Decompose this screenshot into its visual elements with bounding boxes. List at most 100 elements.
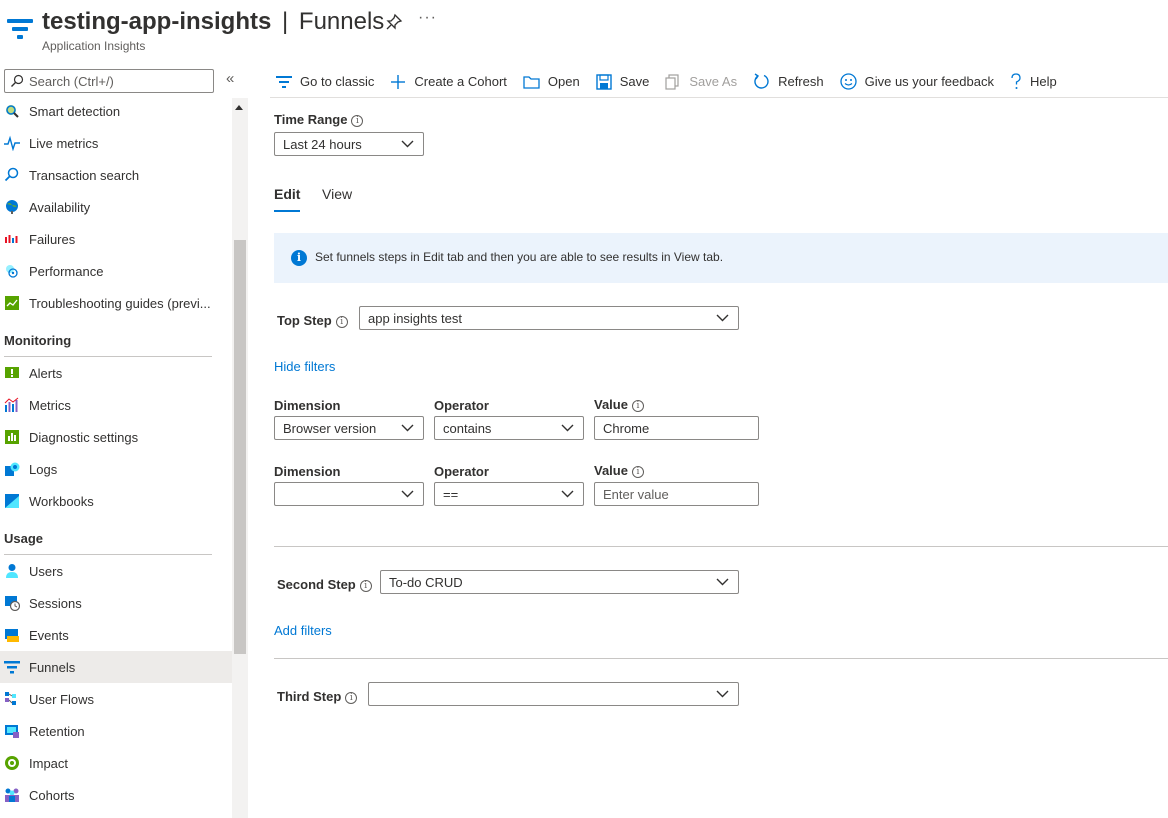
sidebar-scrollbar[interactable] [232,98,248,818]
info-icon[interactable]: i [359,580,372,592]
feedback-button[interactable]: Give us your feedback [839,68,994,96]
info-icon[interactable]: i [631,466,644,478]
time-range-value: Last 24 hours [283,137,362,152]
value-input[interactable] [603,486,752,502]
sidebar-item-diagnostic-settings[interactable]: Diagnostic settings [0,421,232,453]
time-range-label: Time Range i [274,112,364,127]
performance-icon [6,265,18,278]
user-flows-icon [5,692,16,705]
info-icon[interactable]: i [335,316,348,328]
sidebar-item-workbooks[interactable]: Workbooks [0,485,232,517]
info-icon[interactable]: i [631,400,644,412]
chevron-down-icon [561,490,574,498]
sidebar-item-logs[interactable]: Logs [0,453,232,485]
metrics-icon [4,397,19,412]
collapse-sidebar-button[interactable]: « [226,70,234,87]
sidebar-item-metrics[interactable]: Metrics [0,389,232,421]
top-step-dropdown[interactable]: app insights test [359,306,739,330]
value-field[interactable] [594,482,759,506]
page-title: testing-app-insights | Funnels [42,8,384,36]
sidebar-item-label: Impact [29,755,69,771]
add-filters-link[interactable]: Add filters [274,623,332,638]
info-icon[interactable]: i [351,115,364,127]
failures-icon [5,235,18,243]
sidebar-item-label: Failures [29,231,76,247]
sidebar-item-label: Metrics [29,397,71,413]
sidebar-item-label: User Flows [29,691,95,707]
sessions-icon [5,596,20,611]
refresh-icon [754,73,769,89]
third-step-label: Third Step i [277,689,358,704]
create-cohort-button[interactable]: Create a Cohort [390,68,507,96]
sidebar-item-label: Alerts [29,365,63,381]
hide-filters-link[interactable]: Hide filters [274,359,335,374]
scrollbar-thumb[interactable] [234,240,246,654]
sidebar-item-availability[interactable]: Availability [0,191,232,223]
sidebar-item-troubleshooting-guides[interactable]: Troubleshooting guides (previ... [0,287,232,319]
sidebar-item-user-flows[interactable]: User Flows [0,683,232,715]
tab-edit[interactable]: Edit [274,186,301,212]
sidebar-item-cohorts[interactable]: Cohorts [0,779,232,811]
sidebar-item-events[interactable]: Events [0,619,232,651]
save-button[interactable]: Save [596,68,649,96]
second-step-dropdown[interactable]: To-do CRUD [380,570,739,594]
search-icon [11,74,24,87]
value-label: Value i [594,397,644,412]
refresh-button[interactable]: Refresh [753,68,824,96]
info-circle-icon: i [291,250,307,266]
operator-label: Operator [434,398,489,413]
save-as-label: Save As [689,74,738,89]
sidebar-item-funnels[interactable]: Funnels [0,651,232,683]
sidebar-item-live-metrics[interactable]: Live metrics [0,127,232,159]
question-mark-icon [1011,73,1021,89]
scroll-up-arrow-icon[interactable] [235,105,243,110]
value-field[interactable] [594,416,759,440]
time-range-dropdown[interactable]: Last 24 hours [274,132,424,156]
availability-icon [6,200,18,214]
value-label-text: Value [594,463,628,478]
chevron-down-icon [716,314,729,322]
operator-dropdown[interactable]: contains [434,416,584,440]
more-options-button[interactable]: ··· [418,9,437,27]
sidebar-item-sessions[interactable]: Sessions [0,587,232,619]
open-button[interactable]: Open [523,68,580,96]
dimension-label: Dimension [274,464,341,479]
search-input[interactable] [29,72,209,90]
top-step-label: Top Step i [277,313,348,328]
sidebar-item-retention[interactable]: Retention [0,715,232,747]
save-as-button[interactable]: Save As [665,68,737,96]
value-input[interactable] [603,420,752,436]
funnel-editor: Time Range i Last 24 hours Edit View i Se… [274,100,1168,818]
page-name: Funnels [298,8,385,35]
sidebar-item-smart-detection[interactable]: Smart detection [0,95,232,127]
live-metrics-icon [4,135,20,151]
go-to-classic-label: Go to classic [300,74,375,89]
users-icon [6,564,18,578]
sidebar-search[interactable] [4,69,214,93]
logs-icon [5,462,20,476]
tab-view[interactable]: View [322,186,352,210]
sidebar-nav: Smart detection Live metrics Transaction… [0,95,232,811]
sidebar-item-performance[interactable]: Performance [0,255,232,287]
operator-label: Operator [434,464,489,479]
value-label: Value i [594,463,644,478]
sidebar-item-transaction-search[interactable]: Transaction search [0,159,232,191]
dimension-dropdown[interactable] [274,482,424,506]
sidebar-item-label: Transaction search [29,167,140,183]
info-icon[interactable]: i [345,692,358,704]
sidebar-item-alerts[interactable]: Alerts [0,357,232,389]
operator-value: contains [443,421,492,436]
operator-dropdown[interactable]: == [434,482,584,506]
help-button[interactable]: Help [1010,68,1057,96]
third-step-dropdown[interactable] [368,682,739,706]
help-label: Help [1029,74,1057,89]
dimension-dropdown[interactable]: Browser version [274,416,424,440]
pin-icon[interactable] [385,13,403,31]
sidebar-item-failures[interactable]: Failures [0,223,232,255]
sidebar-item-users[interactable]: Users [0,555,232,587]
go-to-classic-button[interactable]: Go to classic [276,68,374,96]
sidebar-item-impact[interactable]: Impact [0,747,232,779]
workbooks-icon [5,494,19,508]
sidebar-item-label: Workbooks [29,493,94,509]
sidebar-item-label: Sessions [29,595,82,611]
